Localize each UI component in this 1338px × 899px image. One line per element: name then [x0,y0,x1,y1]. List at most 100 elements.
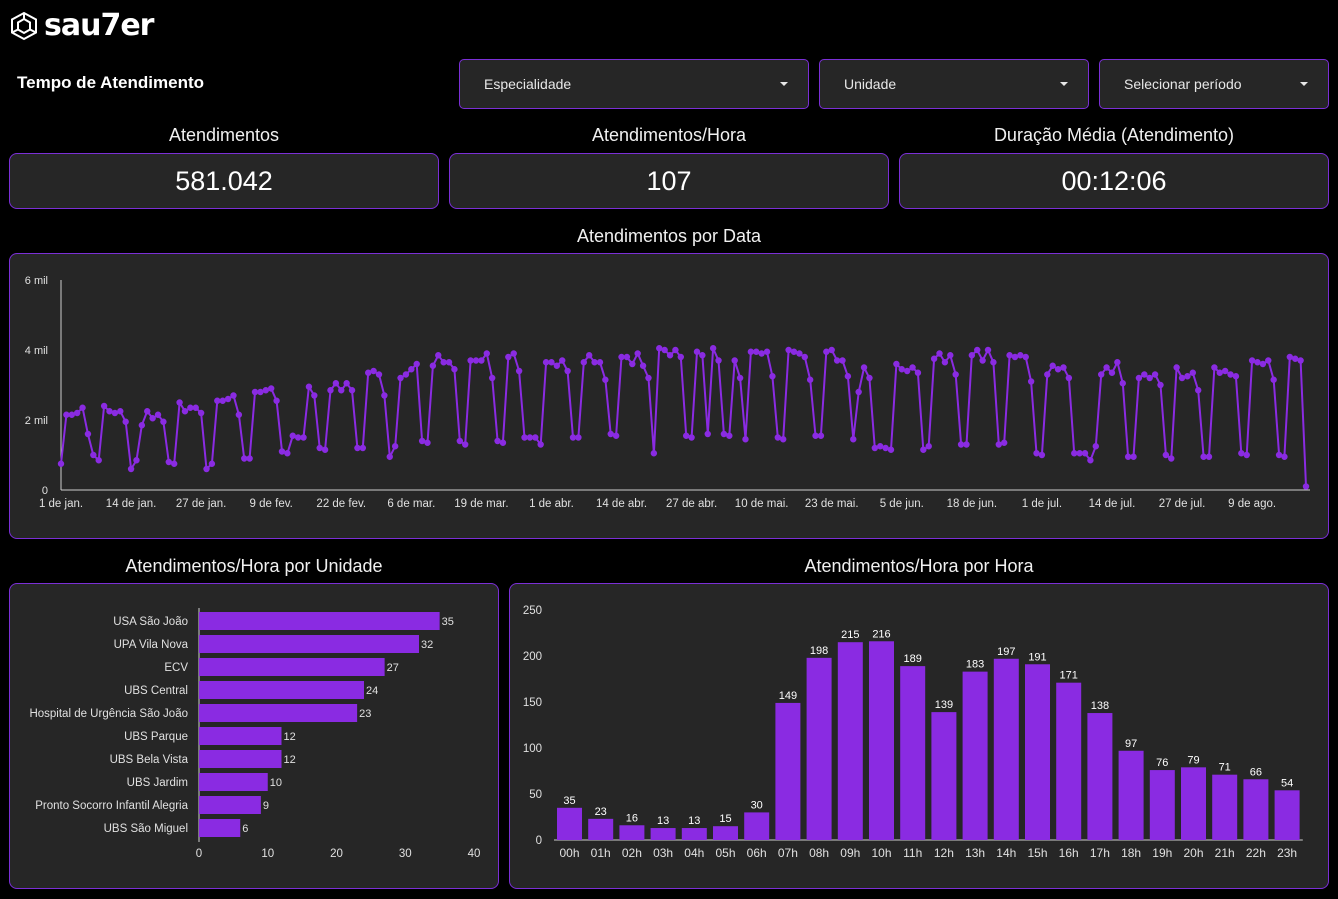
data-label: 23 [359,708,371,720]
data-point [1049,362,1056,369]
data-point [435,352,442,359]
data-point [925,443,932,450]
data-point [866,374,873,382]
filter-unidade-label: Unidade [844,76,897,92]
vbar-chart-panel: 0 50 100 150 200 250 35 00h 23 01h 16 02h 13 03h 13 04h… [509,583,1329,889]
data-point [553,362,561,369]
y-tick-label: 250 [523,605,542,617]
data-point [397,374,404,382]
data-point [90,451,97,459]
x-tick-label: 00h [559,846,579,860]
x-tick-label: 12h [934,846,954,860]
data-label: 32 [421,639,433,651]
data-point [332,380,340,387]
hbar-chart-panel: USA São João 35 UPA Vila Nova 32 ECV 27 UBS Ce… [9,583,499,889]
data-point [623,353,631,361]
data-point [1189,369,1197,376]
bar [962,671,988,840]
data-label: 191 [1028,651,1046,663]
filter-unidade[interactable]: Unidade [819,59,1089,109]
data-point [284,450,291,457]
data-label: 35 [442,616,454,628]
y-tick-label: 2 mil [25,415,48,427]
data-point [1044,371,1051,378]
x-tick-label: 08h [809,846,829,860]
brand-name: sau7er [44,8,154,43]
data-point [634,350,641,357]
data-point [57,460,65,467]
data-label: 76 [1156,757,1168,769]
filter-especialidade[interactable]: Especialidade [459,59,809,109]
bar [199,727,282,745]
data-label: 15 [719,813,731,825]
data-point [661,346,668,354]
data-point [488,374,496,382]
data-point [117,408,124,415]
data-label: 216 [872,628,890,640]
x-tick-label: 18h [1121,846,1141,860]
data-label: 54 [1281,777,1293,789]
hbar-chart-title: Atendimentos/Hora por Unidade [125,556,383,576]
data-point [1157,381,1164,389]
data-point [1265,357,1272,364]
data-point [1259,360,1267,368]
data-label: 79 [1187,754,1199,766]
x-tick-label: 14h [996,846,1016,860]
data-point [699,352,706,359]
x-tick-label: 6 de mar. [387,498,435,510]
x-tick-label: 19 de mar. [454,498,508,510]
chevron-down-icon [1060,82,1068,86]
bar [557,807,582,840]
category-label: ECV [164,662,188,674]
category-label: UBS Parque [124,731,188,743]
category-label: UBS São Miguel [104,823,188,835]
x-tick-label: 40 [468,848,481,860]
bar [1274,790,1300,840]
series-line [60,346,1307,487]
bar [806,657,832,840]
data-point [144,408,151,415]
data-point [1205,453,1213,460]
data-point [844,373,852,380]
data-label: 97 [1125,738,1137,750]
data-point [1081,450,1089,457]
data-point [1281,453,1288,460]
filter-periodo[interactable]: Selecionar período [1099,59,1329,109]
x-tick-label: 9 de ago. [1228,498,1276,510]
data-point [850,436,857,443]
hbar-chart: USA São João 35 UPA Vila Nova 32 ECV 27 UBS Ce… [29,608,481,860]
data-point [127,465,135,473]
data-point [391,443,399,450]
x-tick-label: 01h [591,846,611,860]
data-point [267,385,275,392]
data-point [763,348,771,355]
x-tick-label: 07h [778,846,798,860]
data-point [974,346,981,354]
data-point [1038,451,1046,459]
data-point [645,374,652,382]
data-point [478,357,485,364]
bar [650,828,676,840]
data-point [1141,371,1148,378]
data-label: 23 [595,806,607,818]
bar [588,818,614,840]
data-point [1243,451,1250,459]
data-label: 197 [997,646,1015,658]
data-point [499,439,507,446]
bar [199,635,419,653]
bar [993,658,1019,840]
category-label: USA São João [113,616,188,628]
brand-logo: sau7er [10,8,154,43]
data-point [666,352,674,359]
data-label: 6 [242,823,248,835]
data-point [181,408,189,415]
data-point [483,350,490,357]
data-point [1270,376,1277,383]
kpi-atendimentos-value: 581.042 [9,153,439,209]
data-point [235,411,243,418]
data-point [548,359,555,366]
x-tick-label: 9 de fev. [250,498,293,510]
kpi-atendimentos-hora-label: Atendimentos/Hora [591,125,747,145]
x-tick-label: 22h [1246,846,1266,860]
data-point [445,359,453,366]
